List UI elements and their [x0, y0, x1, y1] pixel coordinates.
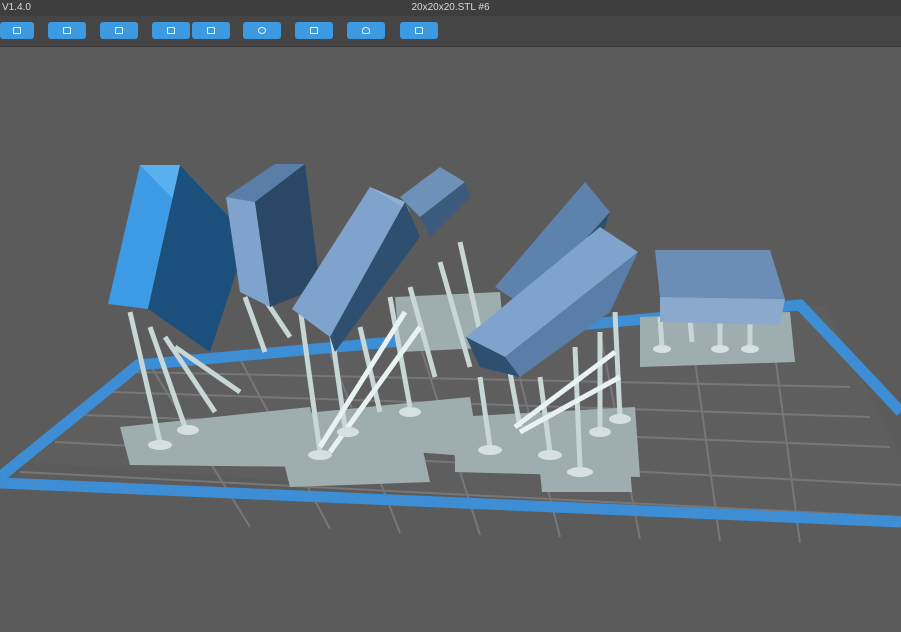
auto-layout-button[interactable]: [295, 22, 333, 39]
open-file-button[interactable]: [0, 22, 34, 39]
model-cube-7[interactable]: [655, 250, 785, 325]
slice-button[interactable]: [400, 22, 438, 39]
settings-button[interactable]: [243, 22, 281, 39]
slice-icon: [415, 27, 423, 34]
model-cube-selected[interactable]: [108, 165, 248, 352]
scene-canvas[interactable]: [0, 47, 901, 632]
support-button[interactable]: [347, 22, 385, 39]
select-all-button[interactable]: [100, 22, 138, 39]
gear-icon: [258, 27, 266, 34]
title-bar: V1.4.0 20x20x20.STL #6: [0, 0, 901, 16]
support-icon: [362, 27, 370, 34]
select-all-icon: [115, 27, 123, 34]
import-icon: [167, 27, 175, 34]
export-button[interactable]: [192, 22, 230, 39]
export-icon: [207, 27, 215, 34]
save-icon: [63, 27, 71, 34]
3d-viewport[interactable]: [0, 47, 901, 632]
open-file-icon: [13, 27, 21, 34]
import-button[interactable]: [152, 22, 190, 39]
save-file-button[interactable]: [48, 22, 86, 39]
model-cube-2[interactable]: [226, 164, 320, 307]
toolbar: [0, 16, 901, 47]
window-title: 20x20x20.STL #6: [411, 2, 490, 13]
layout-icon: [310, 27, 318, 34]
